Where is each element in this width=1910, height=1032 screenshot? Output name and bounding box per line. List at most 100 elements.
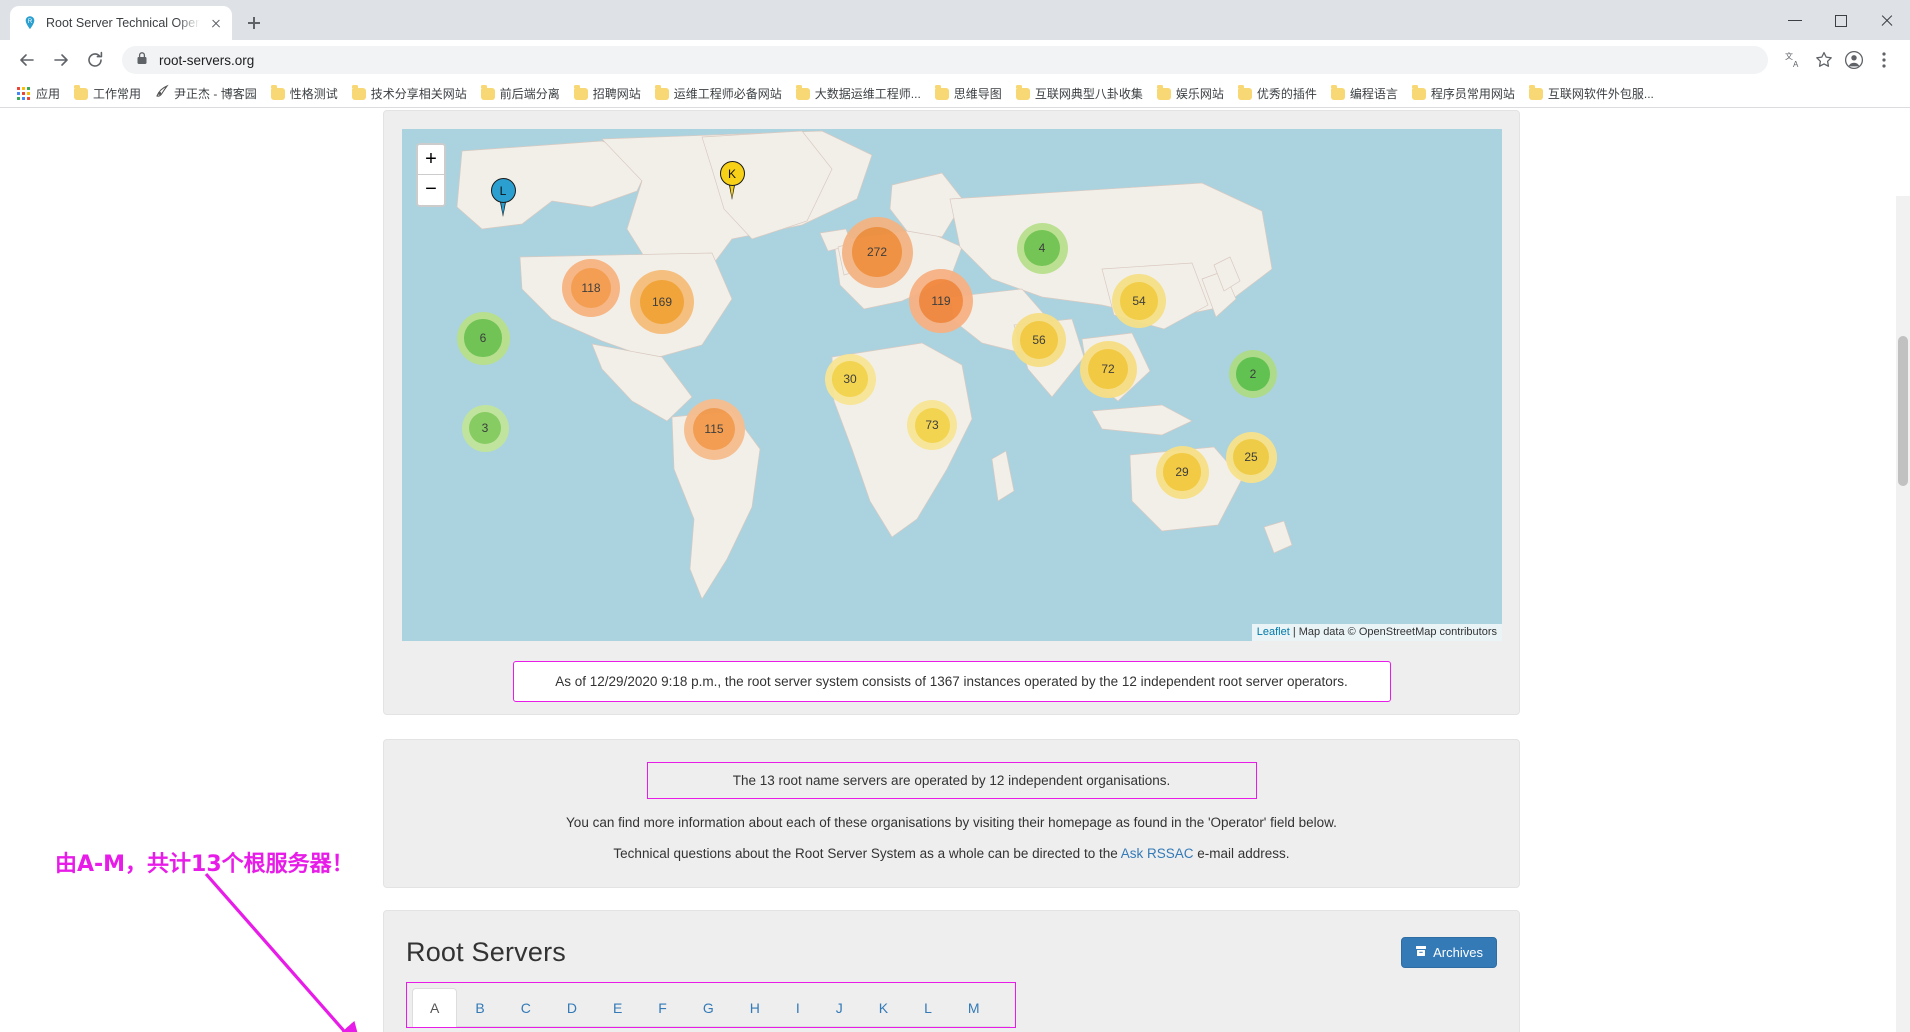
map-attribution: Leaflet | Map data © OpenStreetMap contr… xyxy=(1251,624,1502,641)
map-cluster[interactable]: 169 xyxy=(630,270,694,334)
folder-icon xyxy=(1237,85,1252,100)
tab-A[interactable]: A xyxy=(412,988,458,1027)
map-cluster-count: 4 xyxy=(1024,230,1060,266)
bookmark-item[interactable]: 招聘网站 xyxy=(567,83,648,104)
map-cluster-count: 3 xyxy=(468,411,502,445)
map-cluster[interactable]: 119 xyxy=(909,269,973,333)
map-landmass xyxy=(456,130,1293,600)
map-cluster[interactable]: 4 xyxy=(1016,222,1068,274)
folder-icon xyxy=(480,85,495,100)
folder-icon xyxy=(1156,85,1171,100)
map-pin-marker[interactable]: K xyxy=(719,161,745,202)
translate-icon[interactable]: 文 A xyxy=(1780,46,1808,74)
secure-lock-icon xyxy=(136,51,148,70)
map-cluster-count: 25 xyxy=(1233,439,1269,475)
tab-L[interactable]: L xyxy=(906,988,950,1027)
reload-icon[interactable] xyxy=(80,45,110,75)
bookmark-item[interactable]: 编程语言 xyxy=(1324,83,1405,104)
map-pin-marker[interactable]: L xyxy=(490,178,516,219)
status-banner: As of 12/29/2020 9:18 p.m., the root ser… xyxy=(512,661,1391,702)
map-cluster[interactable]: 115 xyxy=(683,398,745,460)
bookmark-item[interactable]: 娱乐网站 xyxy=(1150,83,1231,104)
map-cluster[interactable]: 29 xyxy=(1155,445,1209,499)
new-tab-button[interactable] xyxy=(240,9,268,37)
map-cluster[interactable]: 54 xyxy=(1112,274,1166,328)
folder-icon xyxy=(1411,85,1426,100)
tab-K[interactable]: K xyxy=(861,988,906,1027)
zoom-in-button[interactable]: + xyxy=(418,145,444,175)
zoom-out-button[interactable]: − xyxy=(418,175,444,205)
svg-text:R: R xyxy=(28,19,33,25)
tab-G[interactable]: G xyxy=(685,988,732,1027)
folder-icon xyxy=(1330,85,1345,100)
archives-button[interactable]: Archives xyxy=(1401,937,1497,968)
map-cluster[interactable]: 6 xyxy=(456,311,510,365)
tab-I[interactable]: I xyxy=(778,988,818,1027)
bookmark-item[interactable]: 工作常用 xyxy=(67,83,148,104)
map-cluster[interactable]: 2 xyxy=(1229,350,1277,398)
window-close-icon[interactable] xyxy=(1864,4,1910,36)
browser-window: R Root Server Technical Operati root-ser… xyxy=(0,0,1910,1032)
more-menu-icon[interactable] xyxy=(1870,46,1898,74)
bookmark-item[interactable]: 程序员常用网站 xyxy=(1405,83,1522,104)
minimize-icon[interactable] xyxy=(1772,4,1818,36)
address-bar[interactable]: root-servers.org xyxy=(122,46,1768,74)
blog-icon xyxy=(155,84,169,103)
map-cluster[interactable]: 3 xyxy=(461,404,509,452)
annotation-arrow xyxy=(204,872,363,1032)
bookmark-item[interactable]: 思维导图 xyxy=(928,83,1009,104)
map-cluster[interactable]: 72 xyxy=(1079,340,1137,398)
bookmark-item[interactable]: 尹正杰 - 博客园 xyxy=(148,82,264,105)
page-scrollbar[interactable] xyxy=(1896,196,1910,1032)
tab-J[interactable]: J xyxy=(818,988,861,1027)
map-card: + − 118 169 6 3 115 272 119 4 54 56 72 30 73 2 25 29 L K… xyxy=(383,110,1520,715)
leaflet-link[interactable]: Leaflet xyxy=(1257,626,1290,638)
tab-strip: R Root Server Technical Operati xyxy=(0,0,1910,40)
folder-icon xyxy=(573,85,588,100)
attribution-text: | Map data © OpenStreetMap contributors xyxy=(1289,626,1497,638)
bookmark-label: 工作常用 xyxy=(93,87,142,101)
bookmark-item[interactable]: 优秀的插件 xyxy=(1231,83,1324,104)
map-cluster[interactable]: 30 xyxy=(824,353,876,405)
map-cluster[interactable]: 272 xyxy=(841,216,913,288)
profile-avatar-icon[interactable] xyxy=(1840,46,1868,74)
bookmark-item[interactable]: 前后端分离 xyxy=(474,83,567,104)
bookmark-label: 互联网软件外包服... xyxy=(1547,87,1654,101)
tab-B[interactable]: B xyxy=(457,988,502,1027)
tab-C[interactable]: C xyxy=(503,988,549,1027)
map-cluster-count: 115 xyxy=(692,407,736,451)
tab-D[interactable]: D xyxy=(549,988,595,1027)
bookmark-item[interactable]: 大数据运维工程师... xyxy=(789,83,928,104)
scrollbar-thumb[interactable] xyxy=(1898,336,1908,486)
map-cluster-count: 54 xyxy=(1120,282,1158,320)
bookmark-label: 程序员常用网站 xyxy=(1430,87,1515,101)
bookmark-star-icon[interactable] xyxy=(1810,46,1838,74)
tab-M[interactable]: M xyxy=(950,988,998,1027)
page-title: Root Servers xyxy=(406,937,566,967)
ask-rssac-link[interactable]: Ask RSSAC xyxy=(1121,846,1194,861)
bookmark-item[interactable]: 运维工程师必备网站 xyxy=(648,83,789,104)
bookmark-item[interactable]: 互联网软件外包服... xyxy=(1522,83,1661,104)
forward-icon[interactable] xyxy=(46,45,76,75)
info-line-2: Technical questions about the Root Serve… xyxy=(402,846,1501,861)
root-server-tabs-highlight: ABCDEFGHIJKLM xyxy=(406,982,1016,1028)
back-icon[interactable] xyxy=(12,45,42,75)
world-map[interactable]: + − 118 169 6 3 115 272 119 4 54 56 72 30 73 2 25 29 L K… xyxy=(402,129,1502,641)
bookmark-item[interactable]: 互联网典型八卦收集 xyxy=(1009,83,1150,104)
info-card: The 13 root name servers are operated by… xyxy=(383,739,1520,888)
bookmark-item[interactable]: 性格测试 xyxy=(264,83,345,104)
tab-H[interactable]: H xyxy=(732,988,778,1027)
bookmark-apps[interactable]: 应用 xyxy=(10,83,67,104)
map-cluster[interactable]: 118 xyxy=(562,259,620,317)
tab-F[interactable]: F xyxy=(640,988,685,1027)
close-icon[interactable] xyxy=(208,15,224,31)
maximize-icon[interactable] xyxy=(1818,4,1864,36)
map-cluster[interactable]: 56 xyxy=(1012,313,1066,367)
bookmark-label: 技术分享相关网站 xyxy=(370,87,467,101)
tab-E[interactable]: E xyxy=(595,988,640,1027)
browser-tab[interactable]: R Root Server Technical Operati xyxy=(10,6,232,40)
map-cluster[interactable]: 25 xyxy=(1225,431,1277,483)
folder-icon xyxy=(74,85,89,100)
bookmark-item[interactable]: 技术分享相关网站 xyxy=(345,83,474,104)
map-cluster[interactable]: 73 xyxy=(907,400,957,450)
